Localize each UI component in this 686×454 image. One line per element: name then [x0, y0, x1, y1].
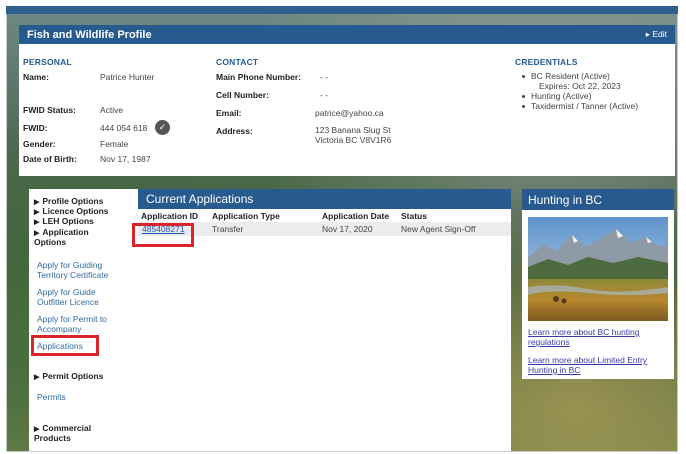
dob-label: Date of Birth:	[23, 154, 77, 164]
name-value: Patrice Hunter	[100, 72, 155, 82]
address-line2: Victoria BC V8V1R6	[315, 135, 392, 145]
contact-heading: CONTACT	[216, 57, 259, 67]
address-line1: 123 Banana Slug St	[315, 125, 391, 135]
application-type-cell: Transfer	[212, 224, 244, 234]
expand-triangle-icon: ▶	[34, 230, 40, 237]
applications-table-header: Application ID Application Type Applicat…	[138, 209, 511, 222]
fwid-label: FWID:	[23, 123, 48, 133]
profile-panel: Fish and Wildlife Profile ▸ Edit PERSONA…	[19, 25, 675, 176]
fwid-status-label: FWID Status:	[23, 105, 76, 115]
expand-triangle-icon: ▶	[34, 199, 40, 206]
credential-expiry: Expires: Oct 22, 2023	[539, 81, 621, 91]
fwid-status-value: Active	[100, 105, 124, 115]
credential-item: Taxidermist / Tanner (Active)	[519, 101, 638, 111]
apply-permit-accompany-link[interactable]: Apply for Permit to Accompany	[37, 314, 107, 334]
expand-triangle-icon: ▶	[34, 426, 40, 433]
col-application-type: Application Type	[212, 211, 280, 221]
main-phone-value: - -	[320, 72, 329, 82]
status-cell: New Agent Sign-Off	[401, 224, 476, 234]
current-applications-title: Current Applications	[138, 189, 511, 209]
hunting-in-bc-title: Hunting in BC	[522, 189, 674, 210]
application-options-label-2: Options	[34, 237, 67, 247]
gender-label: Gender:	[23, 139, 56, 149]
dob-value: Nov 17, 1987	[100, 154, 151, 164]
current-applications-panel: Current Applications Application ID Appl…	[132, 189, 511, 451]
col-application-date: Application Date	[322, 211, 390, 221]
cell-value: - -	[320, 90, 329, 100]
permits-link[interactable]: Permits	[37, 392, 66, 402]
fwid-value: 444 054 618	[100, 123, 148, 133]
expand-triangle-icon: ▶	[34, 374, 40, 381]
email-value: patrice@yahoo.ca	[315, 108, 384, 118]
hunting-in-bc-panel: Hunting in BC Learn more about BC huntin…	[522, 189, 674, 379]
credential-item: BC Resident (Active)	[519, 71, 638, 81]
expand-triangle-icon: ▶	[34, 209, 40, 216]
profile-title: Fish and Wildlife Profile	[27, 28, 152, 41]
left-sidebar: ▶ Profile Options ▶ Licence Options ▶ LEH O…	[29, 189, 138, 451]
bc-hunting-regulations-link[interactable]: Learn more about BC hunting regulations	[528, 327, 668, 347]
profile-header: Fish and Wildlife Profile ▸ Edit	[19, 25, 675, 44]
col-status: Status	[401, 211, 427, 221]
credentials-list: BC Resident (Active) Expires: Oct 22, 20…	[519, 71, 638, 111]
leh-options-toggle[interactable]: ▶ LEH Options	[34, 217, 94, 227]
name-label: Name:	[23, 72, 49, 82]
cell-label: Cell Number:	[216, 90, 269, 100]
edit-link[interactable]: ▸ Edit	[646, 29, 667, 40]
personal-heading: PERSONAL	[23, 57, 72, 67]
expand-triangle-icon: ▶	[34, 219, 40, 226]
address-label: Address:	[216, 126, 253, 136]
mountain-landscape-image	[528, 217, 668, 321]
limited-entry-hunting-link[interactable]: Learn more about Limited Entry Hunting in…	[528, 355, 668, 375]
page-top-bar	[6, 6, 678, 14]
credentials-heading: CREDENTIALS	[515, 57, 578, 67]
col-application-id: Application ID	[141, 211, 199, 221]
verified-check-icon: ✓	[155, 120, 170, 135]
credential-item: Hunting (Active)	[519, 91, 638, 101]
apply-guide-outfitter-link[interactable]: Apply for Guide Outfitter Licence	[37, 287, 99, 307]
email-label: Email:	[216, 108, 242, 118]
commercial-products-label-2: Products	[34, 433, 71, 443]
application-date-cell: Nov 17, 2020	[322, 224, 373, 234]
apply-guiding-territory-link[interactable]: Apply for Guiding Territory Certificate	[37, 260, 108, 280]
highlight-box-application-id	[132, 223, 194, 247]
gender-value: Female	[100, 139, 129, 149]
highlight-box-applications	[31, 335, 99, 356]
permit-options-toggle[interactable]: ▶ Permit Options	[34, 372, 103, 382]
main-phone-label: Main Phone Number:	[216, 72, 302, 82]
